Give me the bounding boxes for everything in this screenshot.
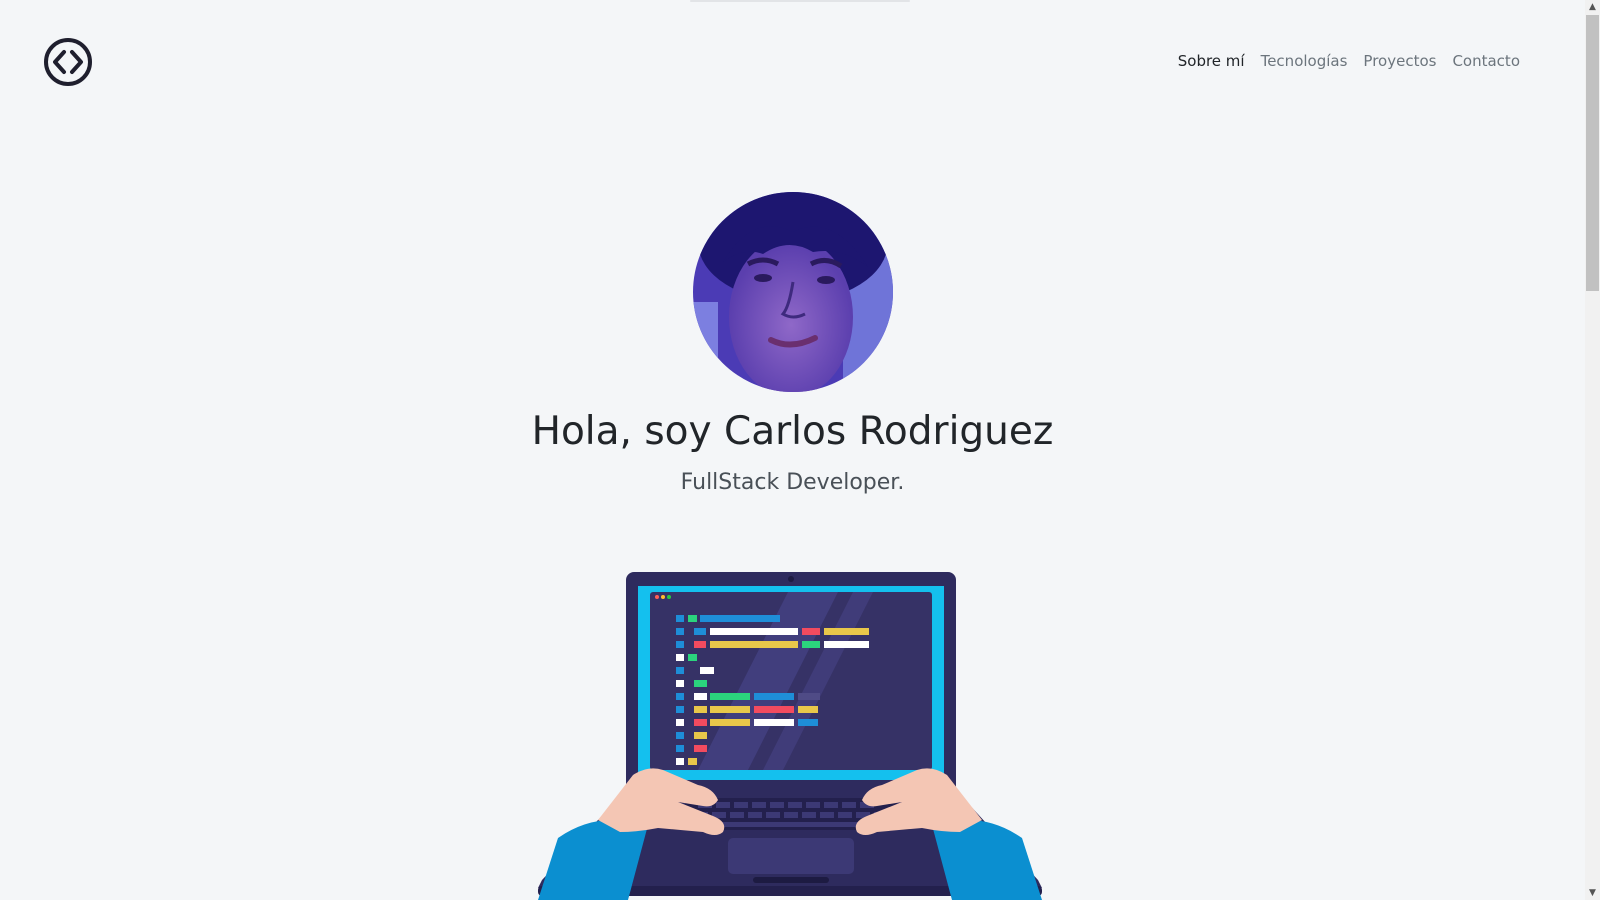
hero-title: Hola, soy Carlos Rodriguez <box>531 409 1054 454</box>
laptop-coding-illustration <box>538 570 1042 900</box>
page: Sobre mí Tecnologías Proyectos Contacto <box>0 0 1600 900</box>
page-scrollbar[interactable]: ▲ ▼ <box>1585 0 1600 900</box>
scroll-down-arrow-icon[interactable]: ▼ <box>1585 886 1600 900</box>
hero-subtitle: FullStack Developer. <box>680 470 905 495</box>
main-nav: Sobre mí Tecnologías Proyectos Contacto <box>1178 52 1520 70</box>
profile-avatar <box>693 192 893 392</box>
top-edge-shadow <box>690 0 910 2</box>
nav-link-sobre-mi[interactable]: Sobre mí <box>1178 52 1245 70</box>
scroll-thumb[interactable] <box>1586 15 1599 291</box>
nav-link-proyectos[interactable]: Proyectos <box>1363 52 1436 70</box>
scroll-up-arrow-icon[interactable]: ▲ <box>1585 0 1600 14</box>
nav-link-tecnologias[interactable]: Tecnologías <box>1261 52 1348 70</box>
nav-link-contacto[interactable]: Contacto <box>1452 52 1520 70</box>
logo-code-icon[interactable] <box>43 37 93 87</box>
